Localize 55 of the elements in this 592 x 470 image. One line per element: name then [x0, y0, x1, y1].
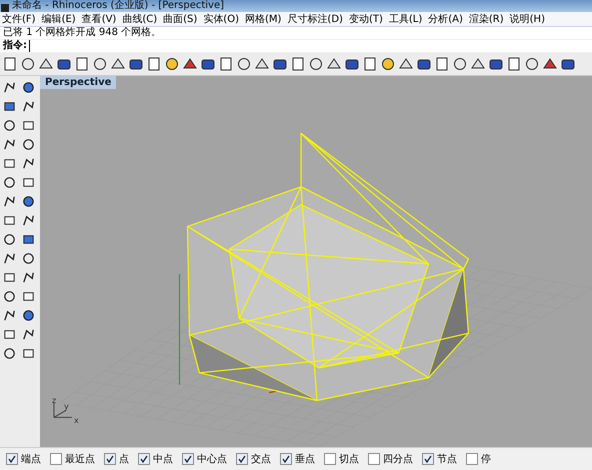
command-input[interactable]	[29, 40, 592, 52]
osnap-option[interactable]: 停	[466, 452, 491, 466]
menu-item[interactable]: 渲染(R)	[468, 12, 504, 26]
osnap-label: 交点	[251, 452, 271, 466]
menu-item[interactable]: 变动(T)	[348, 12, 383, 26]
command-label: 指令:	[0, 40, 29, 52]
osnap-option[interactable]: 点	[104, 452, 129, 466]
osnap-option[interactable]: 中点	[138, 452, 173, 466]
osnap-checkbox[interactable]	[368, 453, 380, 465]
osnap-label: 切点	[339, 452, 359, 466]
osnap-option[interactable]: 节点	[422, 452, 457, 466]
menu-item[interactable]: 分析(A)	[428, 12, 463, 26]
osnap-checkbox[interactable]	[50, 453, 62, 465]
osnap-option[interactable]: 交点	[236, 452, 271, 466]
osnap-option[interactable]: 四分点	[368, 452, 413, 466]
osnap-option[interactable]: 垂点	[280, 452, 315, 466]
menu-item[interactable]: 工具(L)	[388, 12, 422, 26]
osnap-checkbox[interactable]	[466, 453, 478, 465]
osnap-label: 最近点	[65, 452, 95, 466]
menu-item[interactable]: 曲线(C)	[122, 12, 158, 26]
osnap-checkbox[interactable]	[182, 453, 194, 465]
axis-label: x	[74, 416, 79, 425]
menu-item[interactable]: 文件(F)	[2, 12, 36, 26]
menu-item[interactable]: 查看(V)	[82, 12, 116, 26]
axis-label: y	[64, 402, 69, 411]
osnap-label: 节点	[437, 452, 457, 466]
viewport-tab[interactable]: Perspective	[40, 76, 116, 89]
menu-item[interactable]: 网格(M)	[244, 12, 282, 26]
osnap-label: 四分点	[383, 452, 413, 466]
osnap-checkbox[interactable]	[324, 453, 336, 465]
osnap-label: 点	[119, 452, 129, 466]
axis-label: z	[52, 396, 56, 405]
command-history: 已将 1 个网格炸开成 948 个网格。	[0, 27, 592, 39]
axis-icon	[53, 402, 72, 418]
osnap-checkbox[interactable]	[6, 453, 18, 465]
osnap-checkbox[interactable]	[422, 453, 434, 465]
menu-item[interactable]: 尺寸标注(D)	[287, 12, 343, 26]
osnap-option[interactable]: 中心点	[182, 452, 227, 466]
menu-item[interactable]: 说明(H)	[510, 12, 545, 26]
osnap-label: 中心点	[197, 452, 227, 466]
menu-item[interactable]: 曲面(S)	[163, 12, 198, 26]
menu-item[interactable]: 实体(O)	[203, 12, 239, 26]
osnap-checkbox[interactable]	[104, 453, 116, 465]
osnap-label: 端点	[21, 452, 41, 466]
osnap-option[interactable]: 最近点	[50, 452, 95, 466]
osnap-option[interactable]: 端点	[6, 452, 41, 466]
osnap-label: 停	[481, 453, 491, 466]
osnap-checkbox[interactable]	[236, 453, 248, 465]
osnap-option[interactable]: 切点	[324, 452, 359, 466]
osnap-checkbox[interactable]	[138, 453, 150, 465]
osnap-label: 垂点	[295, 452, 315, 466]
menu-item[interactable]: 编辑(E)	[42, 12, 76, 26]
window-title: 未命名 - Rhinoceros (企业版) - [Perspective]	[12, 0, 224, 12]
osnap-checkbox[interactable]	[280, 453, 292, 465]
osnap-label: 中点	[153, 452, 173, 466]
